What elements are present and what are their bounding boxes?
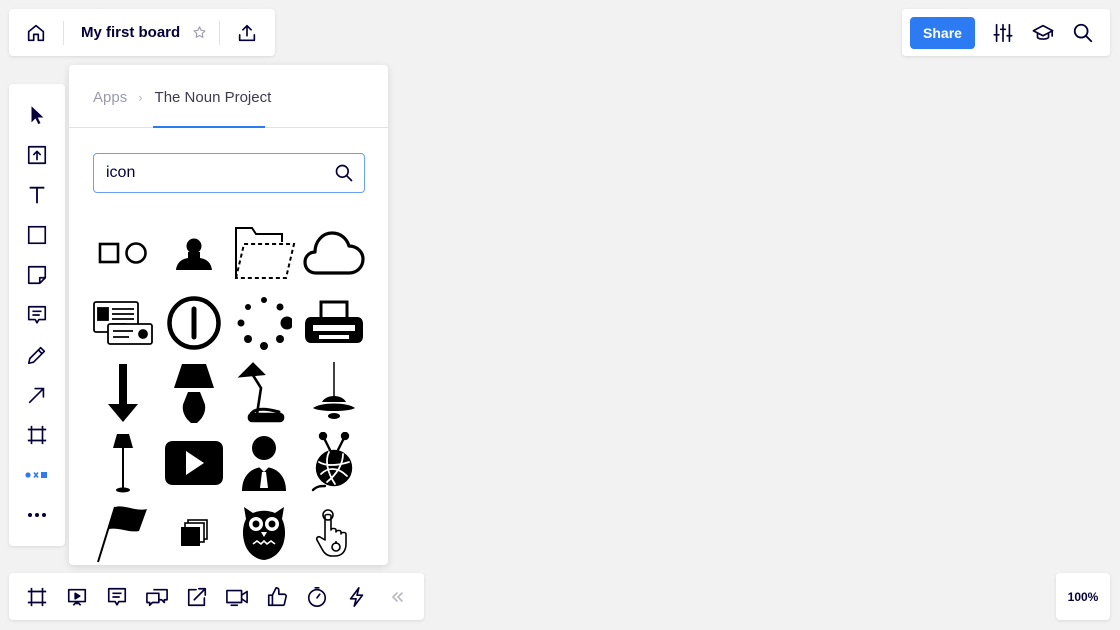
- breadcrumb-current[interactable]: The Noun Project: [155, 89, 272, 106]
- upload-tool[interactable]: [9, 135, 65, 175]
- active-tab-indicator: [153, 126, 265, 128]
- sliders-icon: [992, 22, 1014, 44]
- share-screen-icon: [186, 586, 208, 608]
- divider: [63, 20, 64, 45]
- frames-button[interactable]: [17, 573, 57, 620]
- search-icon: [334, 163, 354, 183]
- stacked-squares-icon[interactable]: [159, 500, 229, 565]
- cloud-icon[interactable]: [299, 220, 369, 286]
- bottom-toolbar: [9, 573, 424, 620]
- breadcrumb: Apps › The Noun Project: [93, 87, 271, 107]
- more-tool[interactable]: [9, 495, 65, 535]
- board-title[interactable]: My first board: [81, 24, 180, 41]
- play-button-icon[interactable]: [159, 430, 229, 496]
- yarn-ball-icon[interactable]: [299, 430, 369, 496]
- thumbs-up-icon: [266, 586, 288, 608]
- graduation-cap-icon: [1031, 22, 1055, 44]
- sticky-note-tool[interactable]: [9, 255, 65, 295]
- breadcrumb-separator: ›: [138, 89, 143, 105]
- apps-icon: [25, 469, 49, 481]
- select-tool[interactable]: [9, 95, 65, 135]
- breadcrumb-apps-link[interactable]: Apps: [93, 89, 127, 106]
- power-button-icon[interactable]: [159, 290, 229, 356]
- upload-icon: [26, 144, 48, 166]
- apps-tool[interactable]: [9, 455, 65, 495]
- flag-icon[interactable]: [88, 500, 158, 565]
- video-call-button[interactable]: [217, 573, 257, 620]
- floor-lamp-icon[interactable]: [88, 430, 158, 496]
- text-tool[interactable]: [9, 175, 65, 215]
- share-button[interactable]: Share: [910, 16, 975, 49]
- person-bust-icon[interactable]: [159, 220, 229, 286]
- left-toolbar: [9, 84, 65, 546]
- presentation-icon: [66, 586, 88, 608]
- pen-icon: [26, 344, 48, 366]
- chevrons-left-icon: [390, 590, 404, 604]
- presentation-button[interactable]: [57, 573, 97, 620]
- frame-icon: [26, 424, 48, 446]
- search-submit-button[interactable]: [325, 154, 364, 192]
- upload-icon: [236, 22, 258, 44]
- timer-button[interactable]: [297, 573, 337, 620]
- comment-icon: [26, 304, 48, 326]
- search-button[interactable]: [1063, 9, 1103, 56]
- printer-icon[interactable]: [299, 290, 369, 356]
- search-input[interactable]: [104, 163, 325, 183]
- shape-tool[interactable]: [9, 215, 65, 255]
- id-card-icon[interactable]: [88, 290, 158, 356]
- top-right-toolbar: Share: [902, 9, 1110, 56]
- frame-icon: [26, 586, 48, 608]
- tap-gesture-icon[interactable]: [299, 500, 369, 565]
- learning-center-button[interactable]: [1023, 9, 1063, 56]
- comment-tool[interactable]: [9, 295, 65, 335]
- text-icon: [26, 184, 48, 206]
- timer-icon: [306, 586, 328, 608]
- zoom-level[interactable]: 100%: [1056, 573, 1110, 620]
- share-screen-button[interactable]: [177, 573, 217, 620]
- sticky-note-icon: [26, 264, 48, 286]
- chat-icon: [145, 586, 169, 608]
- search-icon: [1072, 22, 1094, 44]
- pendant-lamp-icon[interactable]: [299, 360, 369, 426]
- chat-button[interactable]: [137, 573, 177, 620]
- comments-button[interactable]: [97, 573, 137, 620]
- home-icon: [25, 22, 47, 44]
- collapse-toolbar-button[interactable]: [377, 573, 417, 620]
- settings-button[interactable]: [983, 9, 1023, 56]
- board-header: My first board: [9, 9, 275, 56]
- square-icon: [26, 224, 48, 246]
- home-button[interactable]: [9, 9, 63, 56]
- lightning-icon: [346, 586, 368, 608]
- table-lamp-icon[interactable]: [159, 360, 229, 426]
- star-button[interactable]: [188, 22, 210, 44]
- activity-button[interactable]: [337, 573, 377, 620]
- apps-panel: Apps › The Noun Project: [69, 65, 388, 565]
- loading-dots-icon[interactable]: [229, 290, 299, 356]
- frame-tool[interactable]: [9, 415, 65, 455]
- more-horizontal-icon: [26, 512, 48, 518]
- comment-icon: [106, 586, 128, 608]
- vote-button[interactable]: [257, 573, 297, 620]
- owl-icon[interactable]: [229, 500, 299, 565]
- export-button[interactable]: [220, 9, 274, 56]
- line-tool[interactable]: [9, 375, 65, 415]
- square-and-circle-icon[interactable]: [88, 220, 158, 286]
- businessman-icon[interactable]: [229, 430, 299, 496]
- desk-lamp-icon[interactable]: [229, 360, 299, 426]
- cursor-icon: [26, 104, 48, 126]
- video-camera-icon: [225, 586, 249, 608]
- dashed-folder-icon[interactable]: [229, 220, 299, 286]
- icon-search-field: [93, 153, 365, 193]
- pen-tool[interactable]: [9, 335, 65, 375]
- arrow-icon: [26, 384, 48, 406]
- arrow-down-icon[interactable]: [88, 360, 158, 426]
- star-icon: [192, 25, 207, 40]
